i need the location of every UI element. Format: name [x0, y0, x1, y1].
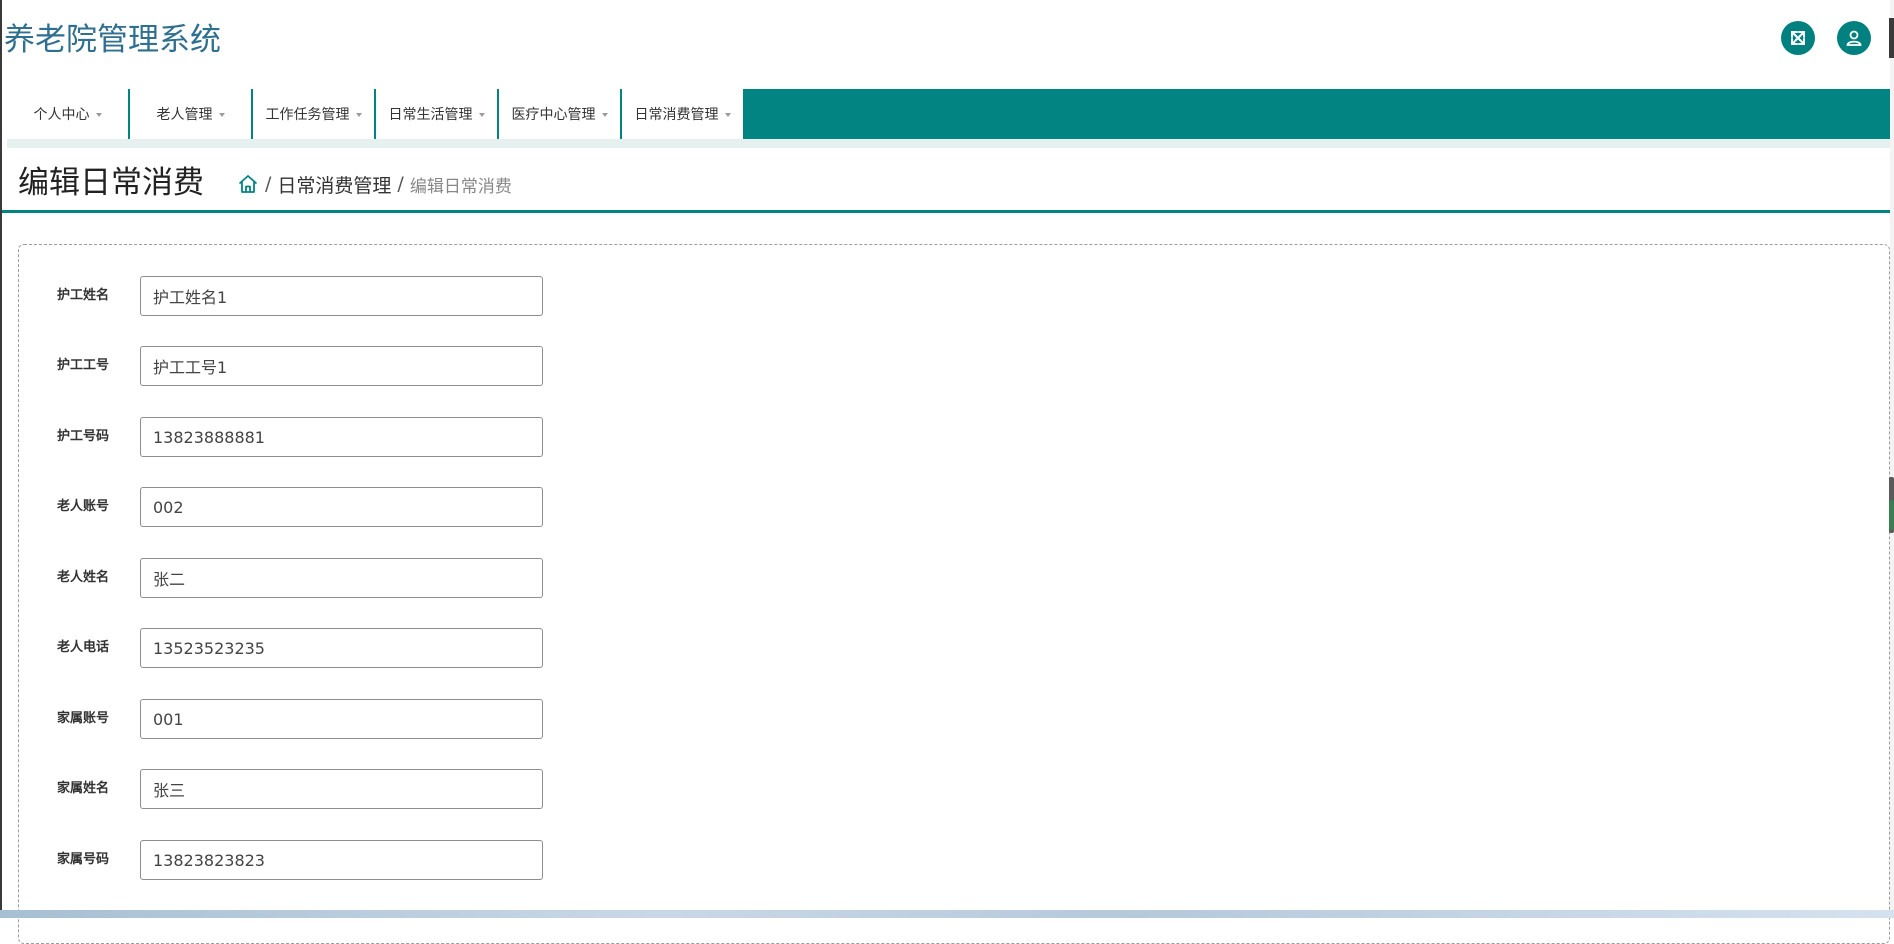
- breadcrumb-separator: /: [397, 173, 404, 195]
- form-label: 护工工号: [57, 358, 110, 373]
- main-nav-bar: 个人中心 老人管理 工作任务管理 日常生活管理 医疗中心管理 日常消费管理: [7, 89, 1890, 139]
- caret-down-icon: [355, 113, 362, 117]
- nav-item-label: 医疗中心管理: [511, 107, 596, 123]
- form-label: 护工姓名: [57, 288, 110, 303]
- nav-item-medical-center-management[interactable]: 医疗中心管理: [499, 89, 620, 139]
- form-label: 老人账号: [57, 499, 110, 514]
- form-label: 护工号码: [57, 429, 110, 444]
- caregiver-name-input[interactable]: [140, 276, 543, 316]
- form-row-caregiver-id: 护工工号: [19, 346, 619, 386]
- family-account-input[interactable]: [140, 699, 543, 739]
- elder-phone-input[interactable]: [140, 628, 543, 668]
- fullscreen-button[interactable]: [1781, 21, 1815, 55]
- form-row-family-name: 家属姓名: [19, 769, 619, 809]
- caret-down-icon: [478, 113, 485, 117]
- edit-form-panel: 护工姓名 护工工号 护工号码 老人账号 老人姓名 老人电话 家属账号 家属姓名 …: [18, 244, 1890, 944]
- nav-item-work-task-management[interactable]: 工作任务管理: [253, 89, 374, 139]
- nav-item-personal-center[interactable]: 个人中心: [7, 89, 128, 139]
- caret-down-icon: [724, 113, 731, 117]
- form-row-elder-name: 老人姓名: [19, 558, 619, 598]
- nav-item-elderly-management[interactable]: 老人管理: [130, 89, 251, 139]
- vertical-scrollbar-track[interactable]: [1890, 0, 1894, 918]
- nav-item-daily-life-management[interactable]: 日常生活管理: [376, 89, 497, 139]
- nav-bottom-strip: [7, 139, 1890, 148]
- elder-account-input[interactable]: [140, 487, 543, 527]
- breadcrumb-section-link[interactable]: 日常消费管理: [277, 171, 391, 198]
- form-row-elder-phone: 老人电话: [19, 628, 619, 668]
- breadcrumb-current: 编辑日常消费: [409, 176, 512, 197]
- nav-item-label: 日常消费管理: [634, 107, 719, 123]
- app-header: 养老院管理系统: [2, 0, 1890, 88]
- scrollbar-thumb-accent: [1889, 500, 1894, 530]
- user-icon: [1845, 29, 1863, 47]
- form-row-caregiver-name: 护工姓名: [19, 276, 619, 316]
- form-row-caregiver-phone: 护工号码: [19, 417, 619, 457]
- window-right-edge: [1889, 18, 1894, 58]
- form-row-family-phone: 家属号码: [19, 840, 619, 880]
- user-menu-button[interactable]: [1837, 21, 1871, 55]
- caregiver-id-input[interactable]: [140, 346, 543, 386]
- caret-down-icon: [95, 113, 102, 117]
- nav-item-label: 工作任务管理: [265, 107, 350, 123]
- breadcrumb-separator: /: [265, 173, 272, 195]
- family-phone-input[interactable]: [140, 840, 543, 880]
- nav-item-label: 个人中心: [33, 107, 90, 123]
- fullscreen-expand-icon: [1789, 29, 1807, 47]
- taskbar-strip: [0, 910, 1894, 918]
- home-icon[interactable]: [237, 173, 259, 195]
- caret-down-icon: [601, 113, 608, 117]
- form-label: 家属号码: [57, 852, 110, 867]
- form-row-family-account: 家属账号: [19, 699, 619, 739]
- form-label: 家属姓名: [57, 781, 110, 796]
- caret-down-icon: [218, 113, 225, 117]
- page-header: 编辑日常消费 / 日常消费管理 / 编辑日常消费: [2, 148, 1890, 213]
- nav-item-label: 老人管理: [156, 107, 213, 123]
- nav-item-daily-consumption-management[interactable]: 日常消费管理: [622, 89, 743, 139]
- form-row-elder-account: 老人账号: [19, 487, 619, 527]
- form-label: 老人电话: [57, 640, 110, 655]
- page-title: 编辑日常消费: [18, 165, 204, 201]
- elder-name-input[interactable]: [140, 558, 543, 598]
- window-left-edge: [0, 0, 2, 918]
- breadcrumb: / 日常消费管理 / 编辑日常消费: [237, 170, 512, 198]
- app-title: 养老院管理系统: [4, 22, 221, 58]
- form-label: 家属账号: [57, 711, 110, 726]
- nav-item-label: 日常生活管理: [388, 107, 473, 123]
- form-label: 老人姓名: [57, 570, 110, 585]
- family-name-input[interactable]: [140, 769, 543, 809]
- caregiver-phone-input[interactable]: [140, 417, 543, 457]
